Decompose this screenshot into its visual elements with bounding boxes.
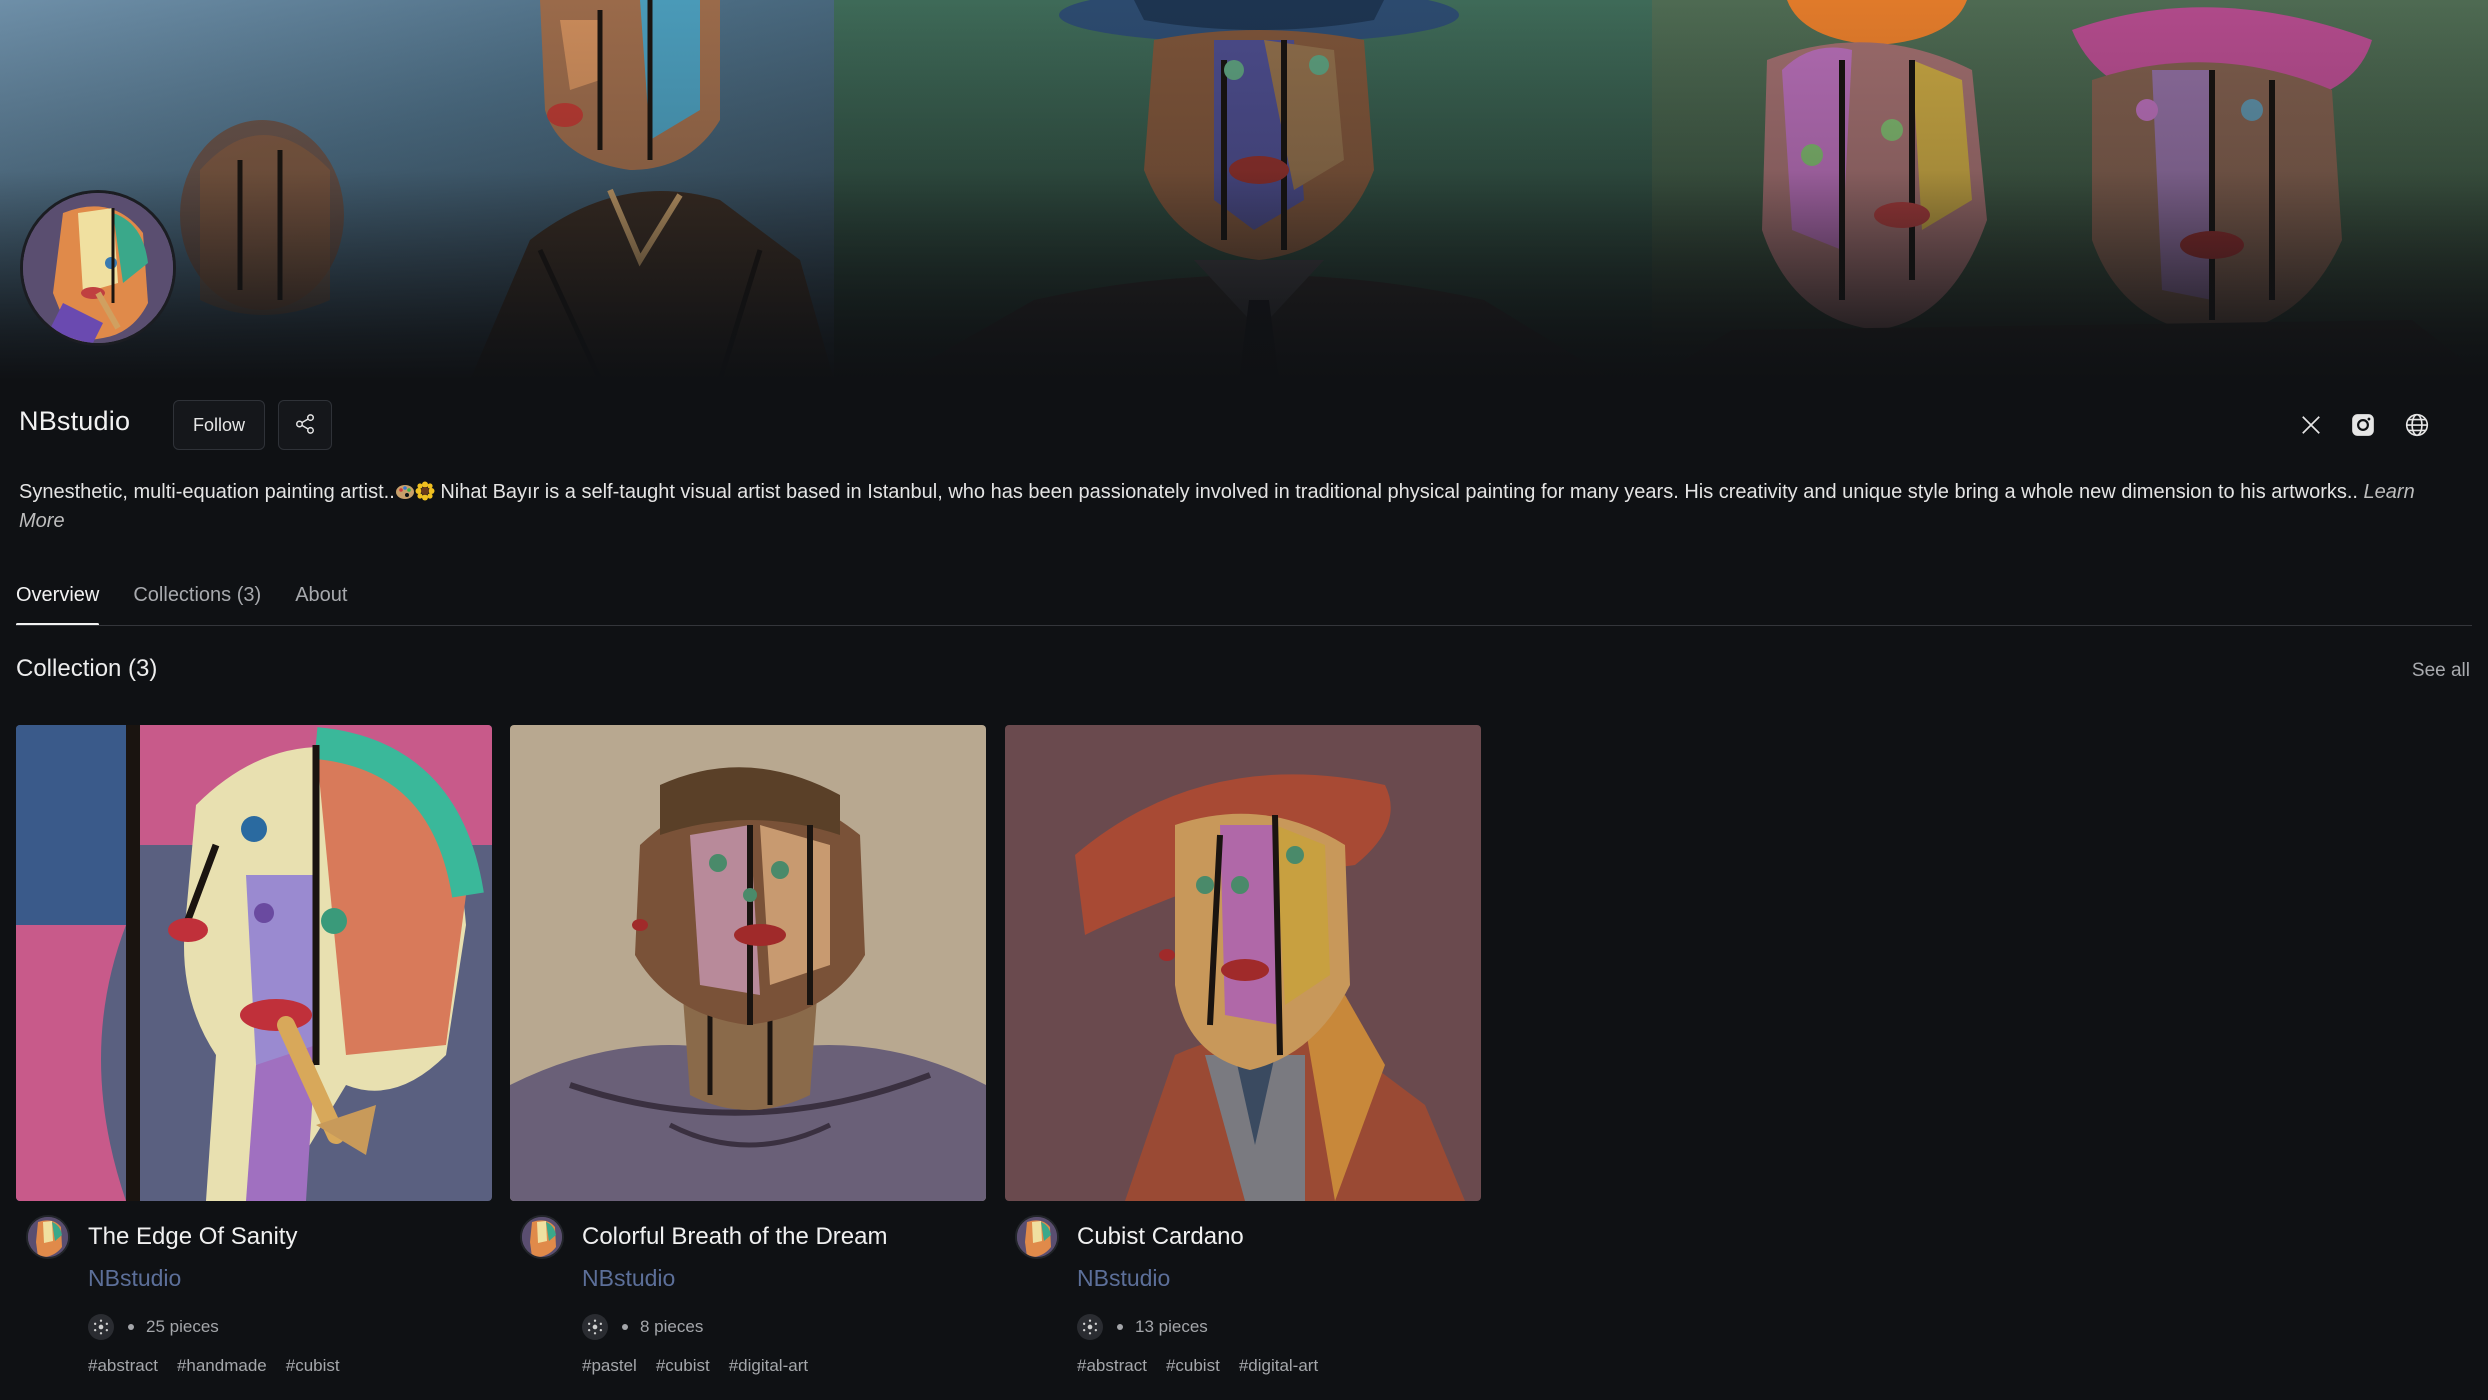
tab-collections[interactable]: Collections (3) [133, 580, 261, 626]
bio-text-intro: Synesthetic, multi-equation painting art… [19, 481, 395, 503]
collection-card[interactable]: The Edge Of Sanity NBstudio 25 pieces #a… [16, 725, 492, 1375]
profile-tabs: Overview Collections (3) About [16, 580, 381, 626]
collection-meta: 8 pieces [582, 1314, 703, 1340]
collection-card[interactable]: Colorful Breath of the Dream NBstudio 8 … [510, 725, 986, 1375]
bio-text-main: Nihat Bayır is a self-taught visual arti… [434, 481, 2358, 503]
collection-title[interactable]: Cubist Cardano [1077, 1223, 1244, 1251]
x-logo-icon[interactable] [2296, 410, 2326, 440]
tag[interactable]: #digital-art [1239, 1356, 1318, 1376]
collection-title[interactable]: Colorful Breath of the Dream [582, 1223, 887, 1251]
profile-banner [0, 0, 2488, 380]
separator-dot [1117, 1324, 1123, 1330]
collection-meta: 13 pieces [1077, 1314, 1208, 1340]
tag[interactable]: #handmade [177, 1356, 267, 1376]
piece-count: 13 pieces [1135, 1317, 1208, 1336]
tag[interactable]: #cubist [656, 1356, 710, 1376]
instagram-icon[interactable] [2348, 410, 2378, 440]
banner-artwork-3 [1652, 0, 2488, 380]
palette-emoji-icon [395, 481, 415, 501]
collection-title[interactable]: The Edge Of Sanity [88, 1223, 297, 1251]
creator-avatar[interactable] [1015, 1215, 1059, 1259]
collection-creator-link[interactable]: NBstudio [582, 1265, 675, 1292]
piece-count: 8 pieces [640, 1317, 704, 1336]
piece-count: 25 pieces [146, 1317, 219, 1336]
collection-tags: #pastel #cubist #digital-art [582, 1356, 827, 1376]
blockchain-icon [582, 1314, 608, 1340]
separator-dot [128, 1324, 134, 1330]
see-all-link[interactable]: See all [2412, 660, 2470, 682]
share-icon [294, 413, 316, 438]
blockchain-icon [1077, 1314, 1103, 1340]
tag[interactable]: #cubist [286, 1356, 340, 1376]
tab-about[interactable]: About [295, 580, 347, 626]
collection-card[interactable]: Cubist Cardano NBstudio 13 pieces #abstr… [1005, 725, 1481, 1375]
globe-icon[interactable] [2402, 410, 2432, 440]
tag[interactable]: #abstract [88, 1356, 158, 1376]
collection-creator-link[interactable]: NBstudio [1077, 1265, 1170, 1292]
profile-name: NBstudio [19, 406, 131, 436]
collection-tags: #abstract #cubist #digital-art [1077, 1356, 1337, 1376]
share-button[interactable] [278, 400, 332, 450]
creator-avatar[interactable] [520, 1215, 564, 1259]
tag[interactable]: #digital-art [729, 1356, 808, 1376]
collection-cover-image[interactable] [1005, 725, 1481, 1201]
follow-button[interactable]: Follow [173, 400, 265, 450]
creator-avatar[interactable] [26, 1215, 70, 1259]
tag[interactable]: #cubist [1166, 1356, 1220, 1376]
tab-overview[interactable]: Overview [16, 580, 100, 626]
tag[interactable]: #abstract [1077, 1356, 1147, 1376]
collection-section-title: Collection (3) [16, 655, 158, 682]
tabs-divider [16, 625, 2472, 626]
banner-artwork-2 [834, 0, 1652, 380]
profile-avatar[interactable] [20, 190, 176, 346]
collection-cover-image[interactable] [510, 725, 986, 1201]
tag[interactable]: #pastel [582, 1356, 637, 1376]
separator-dot [622, 1324, 628, 1330]
collection-cover-image[interactable] [16, 725, 492, 1201]
sunflower-emoji-icon [415, 481, 435, 501]
profile-bio: Synesthetic, multi-equation painting art… [19, 478, 2439, 536]
blockchain-icon [88, 1314, 114, 1340]
collection-creator-link[interactable]: NBstudio [88, 1265, 181, 1292]
collection-tags: #abstract #handmade #cubist [88, 1356, 359, 1376]
collection-meta: 25 pieces [88, 1314, 219, 1340]
